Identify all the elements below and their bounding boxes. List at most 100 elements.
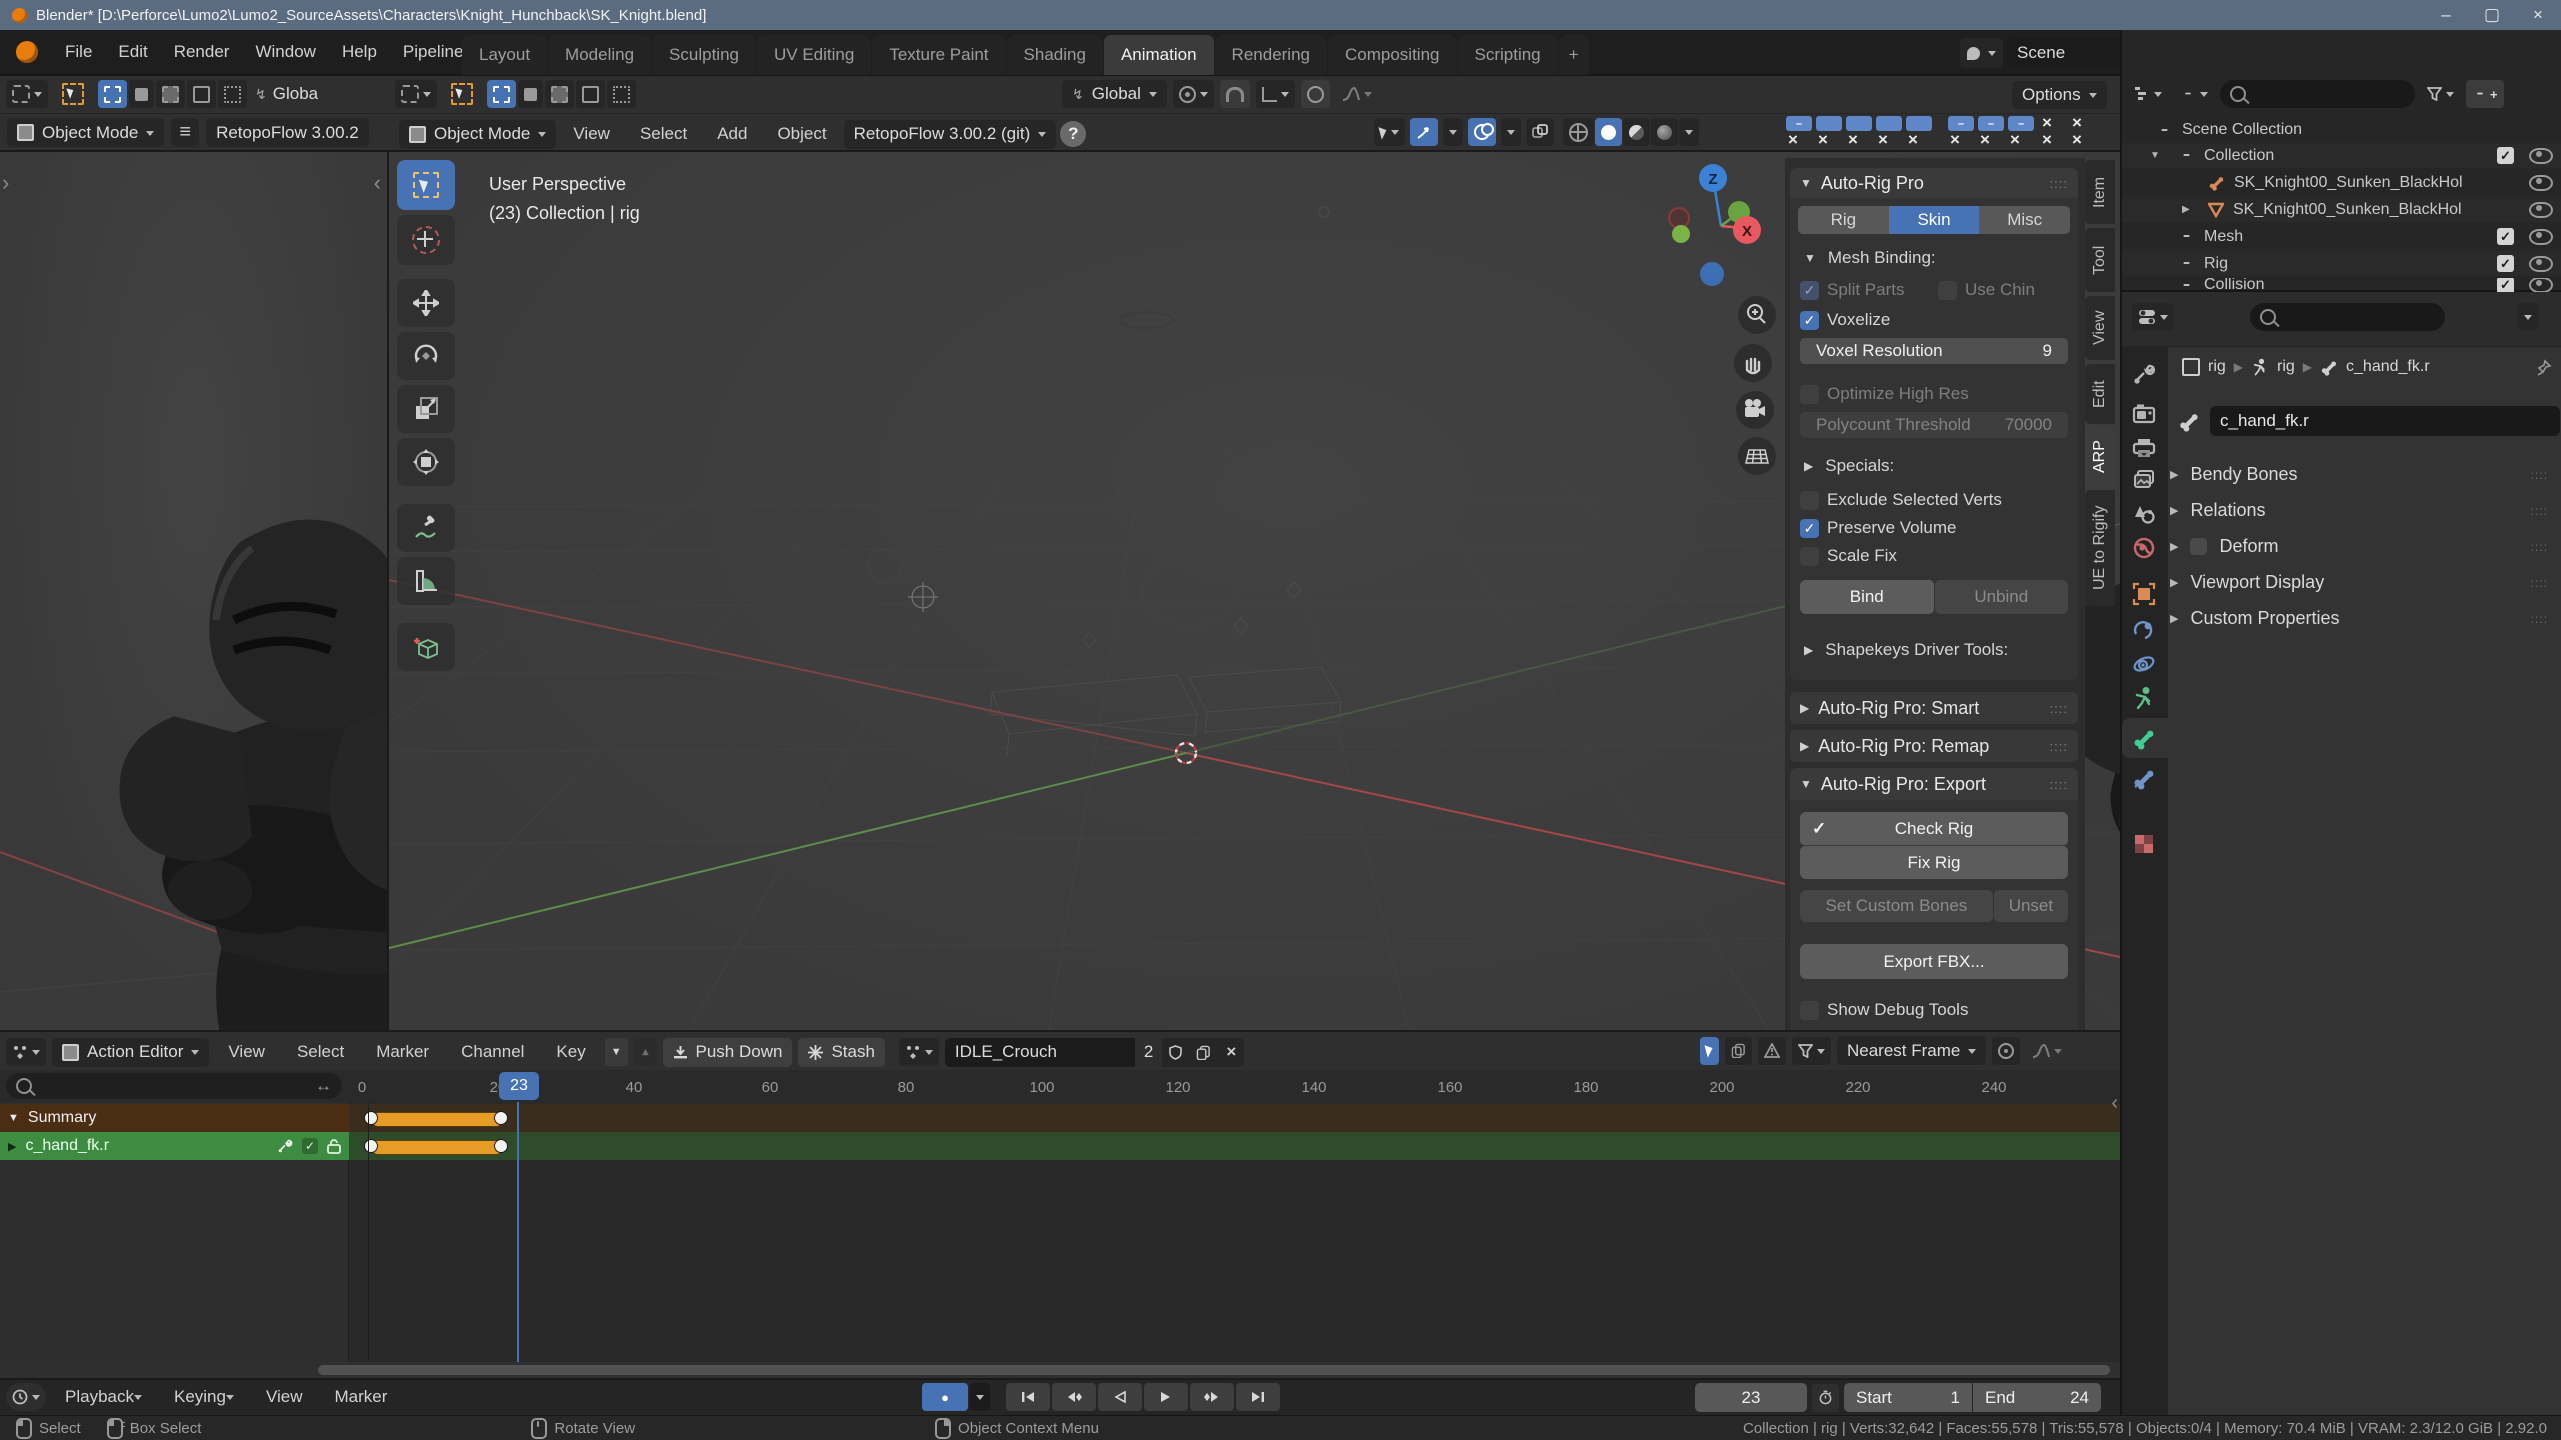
bone-name-field[interactable]: c_hand_fk.r bbox=[2210, 406, 2560, 436]
hide-eye-icon[interactable] bbox=[2529, 148, 2553, 164]
panel-drag-dots[interactable]: :::: bbox=[2531, 504, 2548, 518]
select-mode-extend-main[interactable] bbox=[518, 80, 543, 108]
jump-to-start-button[interactable] bbox=[1006, 1383, 1050, 1411]
outliner-row-collection[interactable]: ▼ Collection ✓ bbox=[2122, 143, 2561, 168]
viewport-menu-select[interactable]: Select bbox=[627, 118, 700, 150]
panel-drag-dots[interactable]: :::: bbox=[2531, 540, 2548, 554]
outliner-filter-dropdown[interactable] bbox=[2421, 80, 2460, 108]
retopoflow-help-button[interactable]: ? bbox=[1060, 121, 1086, 147]
properties-tab-object[interactable] bbox=[2132, 582, 2156, 611]
expand-icon[interactable]: ▶ bbox=[2182, 204, 2190, 215]
glitch-close-icon[interactable]: × bbox=[1848, 130, 1858, 150]
properties-tab-texture[interactable] bbox=[2132, 832, 2156, 861]
arp-export-panel-header[interactable]: ▼Auto-Rig Pro: Export :::: bbox=[1790, 768, 2078, 800]
workspace-tab-uv-editing[interactable]: UV Editing bbox=[757, 35, 871, 75]
dope-menu-marker[interactable]: Marker bbox=[363, 1036, 442, 1068]
auto-keying-toggle[interactable]: ● bbox=[922, 1383, 968, 1411]
stash-button[interactable]: Stash bbox=[798, 1038, 884, 1067]
sidebar-tab-item[interactable]: Item bbox=[2085, 160, 2115, 224]
viewport-menu-object[interactable]: Object bbox=[764, 118, 839, 150]
next-keyframe-button[interactable] bbox=[1190, 1383, 1234, 1411]
workspace-tab-shading[interactable]: Shading bbox=[1007, 35, 1103, 75]
show-hidden-toggle[interactable] bbox=[1725, 1037, 1752, 1065]
ortho-toggle-button[interactable] bbox=[1738, 437, 1776, 475]
sidebar-tab-view[interactable]: View bbox=[2085, 296, 2115, 360]
dope-region-chevron[interactable]: ‹ bbox=[2111, 1092, 2118, 1115]
select-mode-subtract-main[interactable] bbox=[545, 80, 574, 108]
unlink-action-button[interactable]: × bbox=[1218, 1038, 1244, 1067]
tool-measure-button[interactable] bbox=[397, 557, 455, 605]
glitch-close-icon[interactable]: × bbox=[2042, 130, 2052, 150]
workspace-tab-modeling[interactable]: Modeling bbox=[548, 35, 651, 75]
mode-dropdown[interactable]: Object Mode bbox=[399, 120, 556, 149]
arp-tab-misc[interactable]: Misc bbox=[1979, 206, 2070, 234]
hide-eye-icon[interactable] bbox=[2529, 175, 2553, 191]
preserve-volume-checkbox[interactable]: ✓ bbox=[1800, 519, 1819, 538]
falloff-dropdown[interactable] bbox=[2026, 1037, 2068, 1065]
minimize-button[interactable]: – bbox=[2423, 5, 2469, 25]
end-frame-field[interactable]: End24 bbox=[1973, 1383, 2101, 1412]
search-filter-invert-icon[interactable]: ↔ bbox=[315, 1076, 332, 1096]
fake-user-shield-button[interactable] bbox=[1162, 1038, 1189, 1067]
camera-view-button[interactable] bbox=[1736, 391, 1774, 429]
select-mode-subtract[interactable] bbox=[156, 80, 185, 108]
jump-to-end-button[interactable] bbox=[1236, 1383, 1280, 1411]
channel-row-c-hand-fk-r[interactable]: ▶ c_hand_fk.r ✓ bbox=[0, 1132, 2120, 1160]
glitch-close-icon[interactable]: × bbox=[1818, 130, 1828, 150]
tool-annotate-button[interactable] bbox=[397, 504, 455, 552]
action-down-button[interactable]: ▼ bbox=[605, 1038, 628, 1066]
properties-tab-bone[interactable] bbox=[2132, 726, 2156, 755]
export-fbx-button[interactable]: Export FBX... bbox=[1800, 944, 2068, 979]
select-mode-intersect-main[interactable] bbox=[607, 80, 636, 108]
shading-rendered[interactable] bbox=[1651, 118, 1678, 146]
active-tool-select-box[interactable] bbox=[56, 80, 90, 108]
polycount-threshold-field[interactable]: Polycount Threshold 70000 bbox=[1800, 412, 2068, 438]
voxel-resolution-field[interactable]: Voxel Resolution 9 bbox=[1800, 338, 2068, 364]
panel-drag-dots[interactable]: :::: bbox=[2531, 468, 2548, 482]
dope-menu-view[interactable]: View bbox=[215, 1036, 278, 1068]
bind-button[interactable]: Bind bbox=[1800, 580, 1934, 614]
timeline-menu-marker[interactable]: Marker bbox=[322, 1383, 401, 1411]
tool-transform-button[interactable] bbox=[397, 438, 455, 486]
collection-exclude-checkbox[interactable]: ✓ bbox=[2497, 255, 2514, 272]
outliner-row-collision-collection[interactable]: Collision ✓ bbox=[2122, 278, 2561, 292]
proportional-edit-toggle[interactable] bbox=[1992, 1037, 2020, 1065]
scene-icon[interactable] bbox=[1960, 38, 2003, 68]
outliner-row-mesh-object[interactable]: ▶ SK_Knight00_Sunken_BlackHol bbox=[2122, 197, 2561, 222]
workspace-tab-sculpting[interactable]: Sculpting bbox=[652, 35, 756, 75]
glitch-close-icon[interactable]: × bbox=[1908, 130, 1918, 150]
panel-drag-dots[interactable]: :::: bbox=[2050, 739, 2068, 754]
retopoflow-menu-left[interactable]: RetopoFlow 3.00.2 bbox=[206, 118, 369, 147]
timeline-ruler[interactable]: 0 20 40 60 80 100 120 140 160 180 200 22… bbox=[349, 1070, 2120, 1102]
breadcrumb-bone[interactable]: c_hand_fk.r bbox=[2346, 358, 2430, 376]
current-frame-badge[interactable]: 23 bbox=[499, 1072, 539, 1100]
transform-orientation-dropdown[interactable]: ↯Global bbox=[1062, 80, 1167, 108]
auto-keying-dropdown[interactable] bbox=[970, 1383, 990, 1411]
outliner-row-mesh-collection[interactable]: Mesh ✓ bbox=[2122, 224, 2561, 249]
mode-dropdown-left[interactable]: Object Mode bbox=[7, 118, 164, 147]
properties-tab-constraints[interactable] bbox=[2132, 618, 2156, 647]
dope-menu-select[interactable]: Select bbox=[284, 1036, 357, 1068]
orientation-left-clipped[interactable]: ↯Globa bbox=[255, 84, 318, 104]
hide-eye-icon[interactable] bbox=[2529, 229, 2553, 245]
arp-remap-panel-header[interactable]: ▶Auto-Rig Pro: Remap :::: bbox=[1790, 730, 2078, 762]
retopoflow-menu[interactable]: RetopoFlow 3.00.2 (git) bbox=[844, 120, 1057, 149]
editor-menus-collapsed-button[interactable]: ≡ bbox=[171, 118, 199, 147]
main-viewport[interactable]: User Perspective (23) Collection | rig bbox=[389, 152, 2120, 1030]
glitch-close-icon[interactable]: × bbox=[1950, 130, 1960, 150]
properties-tab-view-layer[interactable] bbox=[2132, 468, 2156, 497]
play-button[interactable] bbox=[1144, 1383, 1188, 1411]
tool-add-cube-button[interactable] bbox=[397, 623, 455, 671]
properties-tab-world[interactable] bbox=[2132, 536, 2156, 565]
new-action-button[interactable] bbox=[1189, 1038, 1218, 1067]
glitch-pill[interactable] bbox=[1846, 116, 1872, 131]
glitch-close-icon[interactable]: × bbox=[1980, 130, 1990, 150]
select-mode-set-main[interactable] bbox=[487, 80, 516, 108]
channel-search-field[interactable]: ↔ bbox=[6, 1073, 342, 1099]
dope-menu-channel[interactable]: Channel bbox=[448, 1036, 537, 1068]
keyframe-bar[interactable] bbox=[371, 1140, 503, 1155]
blender-app-icon[interactable] bbox=[16, 41, 38, 63]
menu-window[interactable]: Window bbox=[242, 36, 328, 68]
panel-relations[interactable]: ▶Relations :::: bbox=[2170, 500, 2556, 521]
timeline-menu-keying[interactable]: Keying bbox=[161, 1383, 247, 1411]
